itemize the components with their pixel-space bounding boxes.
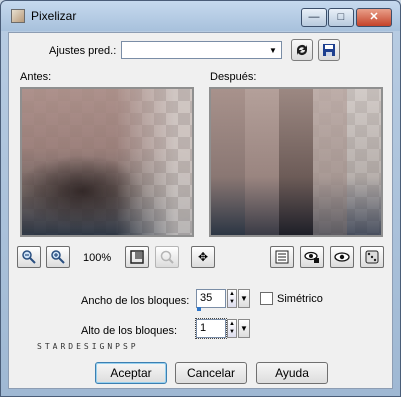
cancel-button[interactable]: Cancelar bbox=[175, 362, 247, 384]
fit-window-button[interactable] bbox=[125, 246, 149, 268]
watermark-text: STARDESIGNPSP bbox=[37, 342, 139, 351]
reset-zoom-icon bbox=[160, 250, 174, 264]
zoom-out-icon bbox=[22, 250, 36, 264]
symmetric-checkbox[interactable] bbox=[260, 292, 273, 305]
spin-down-icon[interactable]: ▼ bbox=[228, 328, 236, 336]
title-bar[interactable]: Pixelizar — □ ✕ bbox=[1, 1, 400, 31]
block-width-dropdown[interactable]: ▼ bbox=[238, 289, 250, 308]
presets-label: Ajustes pred.: bbox=[49, 45, 117, 57]
eye-lock-icon bbox=[304, 251, 319, 263]
before-label: Antes: bbox=[20, 71, 52, 83]
reset-preset-button[interactable] bbox=[291, 39, 313, 61]
block-width-label: Ancho de los bloques: bbox=[81, 295, 190, 307]
spin-up-icon[interactable]: ▲ bbox=[228, 320, 236, 328]
randomize-button[interactable] bbox=[360, 246, 384, 268]
block-height-label: Alto de los bloques: bbox=[81, 325, 178, 337]
dice-icon bbox=[365, 250, 379, 264]
window-title: Pixelizar bbox=[31, 9, 77, 23]
maximize-button[interactable]: □ bbox=[328, 8, 354, 27]
fit-window-icon bbox=[130, 250, 144, 264]
spin-down-icon[interactable]: ▼ bbox=[228, 298, 236, 306]
zoom-out-button[interactable] bbox=[17, 246, 41, 268]
after-image bbox=[211, 89, 381, 235]
block-width-slider-marker[interactable] bbox=[197, 307, 201, 311]
proof-toggle-button[interactable] bbox=[270, 246, 294, 268]
block-height-input[interactable]: 1 bbox=[195, 318, 227, 339]
ok-button[interactable]: Aceptar bbox=[95, 362, 167, 384]
block-height-spinner[interactable]: ▲ ▼ bbox=[227, 319, 237, 338]
block-width-input[interactable]: 35 bbox=[196, 289, 226, 308]
save-icon bbox=[323, 44, 335, 56]
minimize-button[interactable]: — bbox=[301, 8, 327, 27]
block-width-spinner[interactable]: ▲ ▼ bbox=[227, 289, 237, 308]
presets-combo[interactable]: ▼ bbox=[121, 41, 282, 59]
auto-proof-button[interactable] bbox=[300, 246, 324, 268]
app-icon bbox=[11, 9, 25, 23]
symmetric-label: Simétrico bbox=[277, 293, 323, 305]
zoom-in-icon bbox=[51, 250, 65, 264]
spin-up-icon[interactable]: ▲ bbox=[228, 290, 236, 298]
close-button[interactable]: ✕ bbox=[356, 8, 392, 27]
zoom-in-button[interactable] bbox=[46, 246, 70, 268]
dialog-content: Ajustes pred.: ▼ Antes: Después: 100% ✥ … bbox=[8, 32, 393, 389]
refresh-icon bbox=[297, 45, 307, 55]
chevron-down-icon[interactable]: ▼ bbox=[266, 43, 280, 57]
before-preview[interactable] bbox=[20, 87, 194, 237]
zoom-level: 100% bbox=[83, 252, 112, 264]
proof-icon bbox=[275, 250, 289, 264]
dialog-window: Pixelizar — □ ✕ Ajustes pred.: ▼ Antes: … bbox=[0, 0, 401, 397]
after-label: Después: bbox=[210, 71, 257, 83]
help-button[interactable]: Ayuda bbox=[256, 362, 328, 384]
preview-toggle-button[interactable] bbox=[330, 246, 354, 268]
block-height-dropdown[interactable]: ▼ bbox=[238, 319, 250, 338]
before-image bbox=[22, 89, 192, 235]
after-preview[interactable] bbox=[209, 87, 383, 237]
eye-icon bbox=[334, 252, 350, 262]
reset-zoom-button[interactable] bbox=[155, 246, 179, 268]
save-preset-button[interactable] bbox=[318, 39, 340, 61]
pan-button[interactable]: ✥ bbox=[191, 246, 215, 268]
